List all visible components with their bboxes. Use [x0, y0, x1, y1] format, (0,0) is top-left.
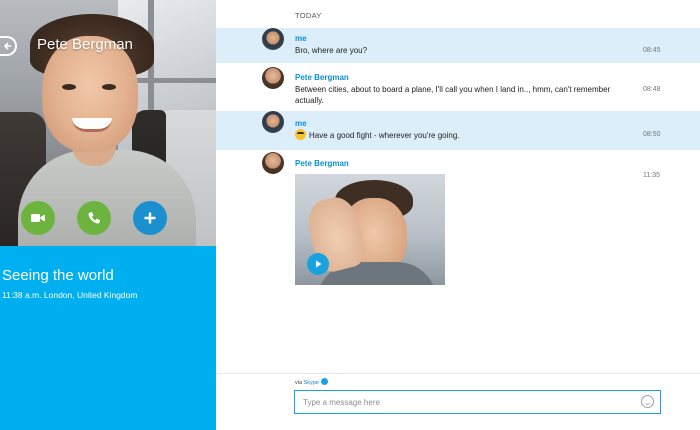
contact-status-area: Seeing the world 11:38 a.m. London, Unit… [0, 246, 216, 430]
smiley-icon[interactable] [641, 395, 654, 408]
mood-message: Seeing the world [2, 267, 114, 284]
message-input[interactable] [294, 390, 661, 414]
composer-divider [216, 373, 700, 374]
video-camera-icon [31, 214, 45, 222]
message-item[interactable]: me Have a good fight - wherever you're g… [216, 111, 700, 150]
voice-call-button[interactable] [77, 201, 111, 235]
play-icon [316, 260, 322, 268]
contact-local-time-location: 11:38 a.m. London, United Kingdom [2, 290, 138, 300]
message-sender: Pete Bergman [295, 159, 349, 168]
contact-name: Pete Bergman [37, 36, 133, 53]
message-text: Between cities, about to board a plane, … [295, 85, 611, 105]
smiley-icon [295, 129, 306, 140]
message-sender: Pete Bergman [295, 73, 349, 82]
avatar [262, 28, 284, 50]
message-text-row: Have a good fight - wherever you're goin… [295, 129, 635, 141]
avatar [262, 111, 284, 133]
message-item[interactable]: Pete Bergman Between cities, about to bo… [216, 64, 700, 111]
message-time: 11:35 [643, 172, 660, 179]
service-selector[interactable]: Skype [304, 380, 319, 386]
message-item[interactable]: Pete Bergman 11:35 [216, 150, 700, 290]
video-call-button[interactable] [21, 201, 55, 235]
via-service-label: via Skype [295, 378, 328, 386]
message-text: Bro, where are you? [295, 46, 368, 55]
message-time: 08:50 [643, 131, 661, 138]
day-separator: TODAY [295, 11, 322, 20]
message-time: 08:45 [643, 47, 661, 54]
video-message-thumbnail[interactable] [295, 174, 445, 285]
message-time: 08:48 [643, 86, 661, 93]
conversation-pane: TODAY me Bro, where are you? 08:45 Pete … [216, 0, 700, 430]
message-sender: me [295, 119, 307, 128]
contact-photo: Pete Bergman [0, 0, 216, 246]
back-arrow-icon [3, 42, 11, 50]
message-sender: me [295, 34, 307, 43]
back-button[interactable] [0, 36, 17, 56]
plus-icon [144, 212, 156, 224]
contact-panel: Pete Bergman Seeing the world 11:38 a.m.… [0, 0, 216, 430]
avatar [262, 152, 284, 174]
chevron-down-icon[interactable] [320, 378, 328, 385]
play-button[interactable] [307, 253, 329, 275]
add-button[interactable] [133, 201, 167, 235]
phone-icon [88, 212, 100, 224]
message-text: Have a good fight - wherever you're goin… [309, 131, 460, 140]
message-item[interactable]: me Bro, where are you? 08:45 [216, 28, 700, 63]
avatar [262, 67, 284, 89]
